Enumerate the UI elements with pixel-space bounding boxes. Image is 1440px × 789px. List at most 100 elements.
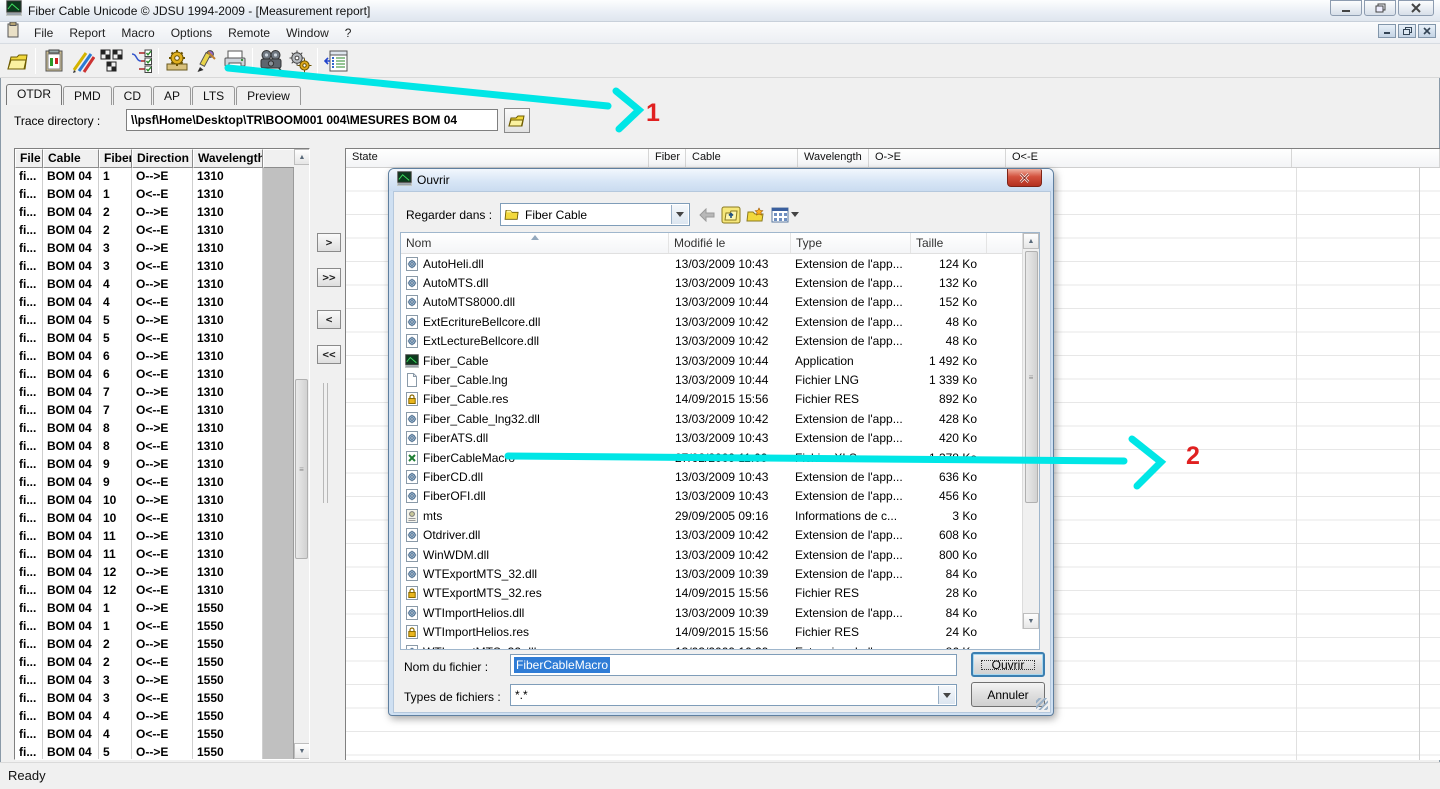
file-row[interactable]: Fiber_Cable.lng 13/03/2009 10:44 Fichier L…	[401, 370, 1023, 389]
left-column-header[interactable]: Cable	[43, 149, 99, 168]
menu-item-macro[interactable]: Macro	[113, 24, 162, 42]
table-row[interactable]: fi... BOM 04 9 O-->E 1310	[15, 456, 279, 474]
file-list-column-header[interactable]: Modifié le	[669, 233, 791, 253]
table-row[interactable]: fi... BOM 04 7 O-->E 1310	[15, 384, 279, 402]
move-all-right-button[interactable]: >>	[317, 268, 341, 287]
table-row[interactable]: fi... BOM 04 4 O-->E 1310	[15, 276, 279, 294]
results-column-header[interactable]: O->E	[869, 149, 1006, 167]
results-column-header[interactable]: O<-E	[1006, 149, 1292, 167]
table-row[interactable]: fi... BOM 04 6 O<--E 1310	[15, 366, 279, 384]
table-row[interactable]: fi... BOM 04 5 O<--E 1310	[15, 330, 279, 348]
remote-viewer-button[interactable]	[256, 46, 285, 75]
results-column-header[interactable]: Cable	[686, 149, 798, 167]
sequence-tree-button[interactable]	[126, 46, 155, 75]
file-row[interactable]: WTImportHelios.dll 13/03/2009 10:39 Extens…	[401, 603, 1023, 622]
menu-item-remote[interactable]: Remote	[220, 24, 278, 42]
table-row[interactable]: fi... BOM 04 2 O-->E 1550	[15, 636, 279, 654]
file-row[interactable]: Fiber_Cable.res 14/09/2015 15:56 Fichier R…	[401, 390, 1023, 409]
look-in-combobox[interactable]: Fiber Cable	[500, 203, 690, 226]
file-list-column-header[interactable]: Nom	[401, 233, 669, 253]
trace-directory-input[interactable]	[126, 109, 498, 131]
left-column-header[interactable]: Direction	[132, 149, 193, 168]
table-row[interactable]: fi... BOM 04 5 O-->E 1310	[15, 312, 279, 330]
file-row[interactable]: AutoMTS8000.dll 13/03/2009 10:44 Extension…	[401, 293, 1023, 312]
view-menu-icon[interactable]	[770, 204, 800, 225]
table-row[interactable]: fi... BOM 04 11 O-->E 1310	[15, 528, 279, 546]
tab-otdr[interactable]: OTDR	[6, 84, 62, 105]
menu-item-window[interactable]: Window	[278, 24, 337, 42]
file-row[interactable]: Otdriver.dll 13/03/2009 10:42 Extension de…	[401, 525, 1023, 544]
file-list-column-header[interactable]: Type	[791, 233, 911, 253]
left-column-header[interactable]: File	[15, 149, 43, 168]
scroll-thumb[interactable]: ≡	[1024, 251, 1038, 503]
menu-item-report[interactable]: Report	[61, 24, 113, 42]
left-column-header[interactable]: Wavelength	[193, 149, 263, 168]
file-type-combobox[interactable]: *.*	[510, 684, 957, 706]
table-row[interactable]: fi... BOM 04 7 O<--E 1310	[15, 402, 279, 420]
build-tools-button[interactable]	[162, 46, 191, 75]
table-row[interactable]: fi... BOM 04 10 O-->E 1310	[15, 492, 279, 510]
table-row[interactable]: fi... BOM 04 3 O<--E 1550	[15, 690, 279, 708]
mdi-minimize-button[interactable]	[1378, 24, 1396, 38]
left-column-header[interactable]: Fiber	[99, 149, 132, 168]
cable-edit-button[interactable]	[68, 46, 97, 75]
tab-ap[interactable]: AP	[153, 86, 192, 105]
new-folder-icon[interactable]	[744, 204, 766, 225]
table-row[interactable]: fi... BOM 04 12 O-->E 1310	[15, 564, 279, 582]
measurement-setup-button[interactable]	[39, 46, 68, 75]
tab-cd[interactable]: CD	[112, 86, 153, 105]
combo-dropdown-button[interactable]	[671, 205, 688, 224]
table-row[interactable]: fi... BOM 04 5 O-->E 1550	[15, 744, 279, 759]
document-icon[interactable]	[6, 21, 20, 43]
table-row[interactable]: fi... BOM 04 1 O-->E 1550	[15, 600, 279, 618]
table-row[interactable]: fi... BOM 04 9 O<--E 1310	[15, 474, 279, 492]
tab-preview[interactable]: Preview	[236, 86, 301, 105]
scroll-down-button[interactable]: ▼	[294, 743, 309, 759]
file-row[interactable]: AutoMTS.dll 13/03/2009 10:43 Extension de …	[401, 273, 1023, 292]
macro-pen-button[interactable]	[191, 46, 220, 75]
file-list-scrollbar[interactable]: ▲ ≡ ▼	[1022, 233, 1039, 629]
file-row[interactable]: AutoHeli.dll 13/03/2009 10:43 Extension de…	[401, 254, 1023, 273]
table-row[interactable]: fi... BOM 04 6 O-->E 1310	[15, 348, 279, 366]
file-row[interactable]: WTExportMTS_32.res 14/09/2015 15:56 Fichie…	[401, 584, 1023, 603]
menu-item-options[interactable]: Options	[163, 24, 220, 42]
table-row[interactable]: fi... BOM 04 2 O<--E 1550	[15, 654, 279, 672]
move-left-button[interactable]: <	[317, 310, 341, 329]
menu-item-file[interactable]: File	[26, 24, 61, 42]
table-row[interactable]: fi... BOM 04 1 O<--E 1310	[15, 186, 279, 204]
open-folder-button[interactable]	[3, 46, 32, 75]
browse-folder-button[interactable]	[504, 108, 530, 133]
file-row[interactable]: mts 29/09/2005 09:16 Informations de c... 3…	[401, 506, 1023, 525]
resize-grip[interactable]	[1036, 698, 1048, 710]
table-row[interactable]: fi... BOM 04 10 O<--E 1310	[15, 510, 279, 528]
file-row[interactable]: ExtLectureBellcore.dll 13/03/2009 10:42 Ex…	[401, 332, 1023, 351]
table-row[interactable]: fi... BOM 04 3 O-->E 1310	[15, 240, 279, 258]
cancel-button[interactable]: Annuler	[971, 682, 1045, 707]
file-row[interactable]: Fiber_Cable 13/03/2009 10:44 Application 1 …	[401, 351, 1023, 370]
mdi-restore-button[interactable]	[1398, 24, 1416, 38]
menu-item-[interactable]: ?	[337, 24, 360, 42]
file-row[interactable]: WTImportHelios.res 14/09/2015 15:56 Fichie…	[401, 622, 1023, 641]
table-row[interactable]: fi... BOM 04 12 O<--E 1310	[15, 582, 279, 600]
acquisition-grid-button[interactable]	[97, 46, 126, 75]
open-button[interactable]: Ouvrir	[971, 652, 1045, 677]
table-row[interactable]: fi... BOM 04 2 O<--E 1310	[15, 222, 279, 240]
table-row[interactable]: fi... BOM 04 2 O-->E 1310	[15, 204, 279, 222]
tab-lts[interactable]: LTS	[192, 86, 236, 105]
print-button[interactable]	[220, 46, 249, 75]
move-all-left-button[interactable]: <<	[317, 345, 341, 364]
left-table-scrollbar[interactable]: ▲ ≡ ▼	[294, 149, 309, 759]
file-row[interactable]: WTExportMTS_32.dll 13/03/2009 10:39 Extens…	[401, 564, 1023, 583]
move-right-button[interactable]: >	[317, 233, 341, 252]
dialog-close-button[interactable]	[1007, 169, 1042, 187]
table-row[interactable]: fi... BOM 04 8 O-->E 1310	[15, 420, 279, 438]
report-table-button[interactable]	[321, 46, 350, 75]
file-row[interactable]: WTImportMTS_32.dll13/03/2009 10:39Extens…	[401, 642, 1023, 649]
scroll-up-button[interactable]: ▲	[1023, 233, 1039, 249]
results-column-header[interactable]: Fiber	[649, 149, 686, 167]
mdi-close-button[interactable]	[1418, 24, 1436, 38]
table-row[interactable]: fi... BOM 04 8 O<--E 1310	[15, 438, 279, 456]
results-column-header[interactable]: Wavelength	[798, 149, 869, 167]
back-icon[interactable]	[696, 204, 718, 225]
table-row[interactable]: fi... BOM 04 1 O<--E 1550	[15, 618, 279, 636]
